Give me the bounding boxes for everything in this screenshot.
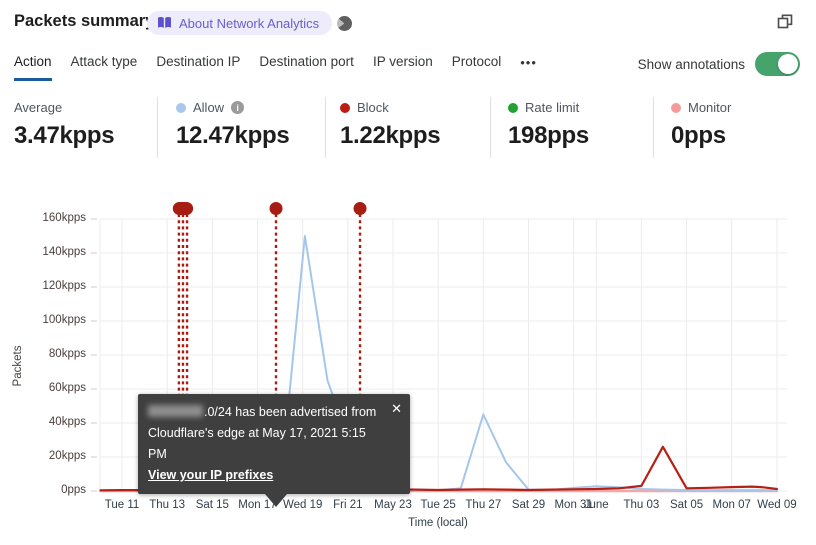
stat-label: Allow [193, 100, 225, 115]
toggle-knob [778, 54, 798, 74]
tab-action[interactable]: Action [14, 54, 52, 81]
stat-rate-limit: Rate limit 198pps [508, 100, 589, 150]
x-tick-label: Thu 27 [465, 499, 502, 511]
x-axis-title: Time (local) [408, 517, 468, 529]
y-tick-label: 160kpps [42, 212, 86, 224]
x-tick-label: Tue 11 [104, 499, 140, 511]
x-tick-label: Thu 03 [623, 499, 660, 511]
pie-icon [337, 16, 352, 31]
tooltip-line2: Cloudflare's edge at May 17, 2021 5:15 P… [148, 426, 366, 461]
stat-value: 3.47kpps [14, 122, 115, 149]
x-tick-label: Sat 15 [195, 499, 229, 511]
stat-value: 1.22kpps [340, 122, 441, 149]
stat-block: Block 1.22kpps [340, 100, 441, 150]
analytics-tabs: Action Attack type Destination IP Destin… [14, 54, 537, 81]
stat-divider [653, 97, 654, 158]
book-icon [158, 17, 171, 28]
allow-dot [176, 102, 186, 113]
y-tick-label: 100kpps [42, 314, 86, 326]
x-tick-label: Mon 31 [554, 499, 593, 511]
y-tick-label: 40kpps [48, 416, 86, 428]
stat-divider [490, 97, 491, 158]
tooltip-arrow [265, 494, 287, 507]
y-tick-label: 80kpps [48, 348, 86, 360]
block-dot [340, 102, 350, 113]
tab-destination-ip[interactable]: Destination IP [156, 54, 240, 78]
about-network-analytics-link[interactable]: About Network Analytics [147, 11, 333, 35]
rate-limit-dot [508, 102, 518, 113]
stat-label: Monitor [688, 100, 732, 115]
x-tick-label: Sat 05 [669, 499, 704, 511]
tab-attack-type[interactable]: Attack type [71, 54, 138, 78]
show-annotations-toggle[interactable] [755, 52, 800, 76]
close-icon[interactable]: ✕ [391, 398, 402, 419]
more-tabs-button[interactable]: ••• [520, 54, 537, 70]
x-tick-label: Mon 07 [712, 499, 751, 511]
stat-value: 12.47kpps [176, 122, 290, 149]
badge-label: About Network Analytics [179, 15, 320, 31]
tab-destination-port[interactable]: Destination port [259, 54, 354, 78]
x-tick-label: Fri 21 [333, 499, 363, 511]
stat-value: 198pps [508, 122, 589, 149]
x-tick-label: Wed 09 [757, 499, 797, 511]
stat-divider [325, 97, 326, 158]
annotation-marker[interactable] [172, 202, 194, 215]
y-tick-label: 140kpps [42, 246, 86, 258]
stat-divider [157, 97, 158, 158]
x-tick-label: Tue 25 [420, 499, 456, 511]
redacted-ip-prefix [148, 405, 203, 417]
annotation-marker[interactable] [269, 202, 283, 215]
tooltip-line1: .0/24 has been advertised from [148, 402, 386, 423]
y-tick-label: 0pps [61, 484, 86, 496]
stat-value: 0pps [671, 122, 726, 149]
show-annotations-label: Show annotations [637, 56, 745, 72]
x-tick-label: Sat 29 [511, 499, 546, 511]
y-tick-label: 60kpps [48, 382, 86, 394]
x-tick-label: May 23 [374, 499, 412, 511]
page-title: Packets summary [14, 12, 155, 30]
tab-protocol[interactable]: Protocol [452, 54, 502, 78]
packets-summary-panel: Packets summary About Network Analytics … [0, 0, 816, 545]
y-tick-label: 20kpps [48, 450, 86, 462]
view-ip-prefixes-link[interactable]: View your IP prefixes [148, 465, 273, 486]
stat-monitor: Monitor 0pps [671, 100, 731, 150]
annotation-marker[interactable] [353, 202, 367, 215]
annotation-tooltip: ✕ .0/24 has been advertised from Cloudfl… [138, 394, 410, 507]
stat-label: Rate limit [525, 100, 580, 115]
tab-ip-version[interactable]: IP version [373, 54, 433, 78]
y-axis-title: Packets [12, 345, 24, 387]
stat-average: Average 3.47kpps [14, 100, 115, 150]
stat-allow: Allow i 12.47kpps [176, 100, 290, 150]
monitor-dot [671, 102, 681, 113]
y-tick-label: 120kpps [42, 280, 86, 292]
x-tick-label: June [583, 499, 609, 511]
restore-window-icon[interactable] [776, 12, 794, 30]
info-icon[interactable]: i [231, 101, 245, 114]
stat-label: Average [14, 100, 63, 115]
x-tick-label: Thu 13 [149, 499, 186, 511]
stat-label: Block [357, 100, 389, 115]
